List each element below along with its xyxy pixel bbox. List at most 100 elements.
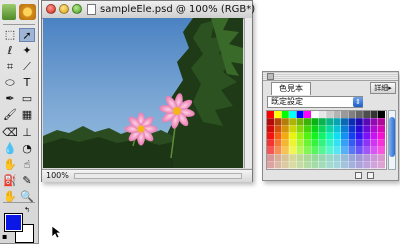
swatch-cell[interactable] — [370, 161, 378, 169]
swatch-cell[interactable] — [341, 132, 348, 140]
swatch-cell[interactable] — [281, 118, 289, 126]
swatch-cell[interactable] — [311, 132, 319, 140]
swatch-cell[interactable] — [296, 161, 304, 169]
swatch-cell[interactable] — [318, 161, 326, 169]
swatch-cell[interactable] — [363, 118, 371, 126]
swatch-cell[interactable] — [281, 147, 289, 154]
burn-tool-icon[interactable]: ✋ — [2, 158, 18, 172]
swatch-cell[interactable] — [333, 161, 341, 169]
select-arrows-icon[interactable]: ⇕ — [353, 97, 363, 107]
swatch-scrollbar[interactable] — [388, 110, 396, 170]
type-tool-icon[interactable]: T — [19, 76, 35, 90]
swatch-cell[interactable] — [348, 111, 356, 118]
swatch-cell[interactable] — [363, 111, 371, 118]
swatch-cell[interactable] — [311, 161, 319, 169]
magic-wand-tool-icon[interactable]: ✦ — [19, 44, 35, 58]
swatch-cell[interactable] — [289, 125, 297, 133]
swatch-cell[interactable] — [355, 111, 363, 118]
swatch-cell[interactable] — [348, 139, 356, 147]
swatch-cell[interactable] — [326, 132, 334, 140]
swatch-cell[interactable] — [274, 118, 282, 126]
swatch-cell[interactable] — [355, 147, 363, 154]
swatch-cell[interactable] — [267, 132, 274, 140]
swatch-cell[interactable] — [355, 132, 363, 140]
swatch-cell[interactable] — [326, 154, 334, 162]
swatch-cell[interactable] — [267, 118, 274, 126]
swatch-cell[interactable] — [318, 111, 326, 118]
crop-tool-icon[interactable]: ⌗ — [2, 60, 18, 74]
swatch-cell[interactable] — [304, 147, 311, 154]
swatch-cell[interactable] — [326, 139, 334, 147]
swatch-cell[interactable] — [363, 139, 371, 147]
swatch-cell[interactable] — [378, 161, 385, 169]
swatch-cell[interactable] — [370, 111, 378, 118]
swatch-cell[interactable] — [370, 154, 378, 162]
foreground-color-swatch[interactable] — [4, 213, 23, 232]
swatch-cell[interactable] — [333, 139, 341, 147]
swatch-cell[interactable] — [281, 154, 289, 162]
swatch-cell[interactable] — [378, 132, 385, 140]
swatch-cell[interactable] — [363, 161, 371, 169]
image-canvas[interactable] — [43, 18, 243, 168]
new-swatch-icon[interactable] — [355, 172, 362, 179]
swatch-cell[interactable] — [318, 147, 326, 154]
document-horizontal-scrollbar[interactable] — [74, 173, 242, 179]
swatch-cell[interactable] — [341, 125, 348, 133]
swatch-cell[interactable] — [296, 139, 304, 147]
swatch-cell[interactable] — [348, 132, 356, 140]
swatch-cell[interactable] — [274, 139, 282, 147]
swatch-cell[interactable] — [274, 125, 282, 133]
swatch-cell[interactable] — [304, 125, 311, 133]
swatch-cell[interactable] — [341, 118, 348, 126]
swatch-cell[interactable] — [296, 118, 304, 126]
close-window-button[interactable] — [46, 4, 56, 14]
swatch-cell[interactable] — [363, 125, 371, 133]
brush-tool-icon[interactable]: 🖌 — [2, 108, 18, 122]
swatch-cell[interactable] — [267, 125, 274, 133]
swatch-cell[interactable] — [318, 125, 326, 133]
swatch-cell[interactable] — [370, 139, 378, 147]
swatch-cell[interactable] — [304, 132, 311, 140]
swatch-cell[interactable] — [304, 111, 311, 118]
swatch-cell[interactable] — [296, 147, 304, 154]
swatch-cell[interactable] — [311, 125, 319, 133]
swatch-cell[interactable] — [333, 111, 341, 118]
trash-icon[interactable] — [367, 172, 374, 179]
swatch-cell[interactable] — [363, 132, 371, 140]
swatch-cell[interactable] — [363, 154, 371, 162]
swatch-cell[interactable] — [348, 118, 356, 126]
swatch-cell[interactable] — [267, 147, 274, 154]
swatch-cell[interactable] — [311, 118, 319, 126]
swatch-cell[interactable] — [326, 111, 334, 118]
swatch-cell[interactable] — [311, 139, 319, 147]
swatch-cell[interactable] — [274, 161, 282, 169]
swatch-cell[interactable] — [304, 118, 311, 126]
swatch-grid[interactable] — [266, 110, 387, 170]
swatch-cell[interactable] — [289, 132, 297, 140]
eraser-tool-icon[interactable]: ⌫ — [2, 126, 18, 140]
clone-stamp-tool-icon[interactable]: ⊥ — [19, 126, 35, 140]
swatch-cell[interactable] — [378, 139, 385, 147]
minimize-window-button[interactable] — [59, 4, 69, 14]
swatch-cell[interactable] — [289, 139, 297, 147]
swatch-cell[interactable] — [318, 139, 326, 147]
photoshop-logo-icon[interactable] — [2, 4, 16, 20]
swatch-cell[interactable] — [281, 161, 289, 169]
swatch-cell[interactable] — [289, 154, 297, 162]
swatch-cell[interactable] — [274, 132, 282, 140]
eye-icon[interactable] — [19, 4, 36, 20]
swatch-cell[interactable] — [348, 147, 356, 154]
swatch-cell[interactable] — [341, 147, 348, 154]
swatch-cell[interactable] — [311, 154, 319, 162]
swatch-cell[interactable] — [296, 125, 304, 133]
swatch-cell[interactable] — [296, 154, 304, 162]
swatch-cell[interactable] — [267, 154, 274, 162]
swatch-cell[interactable] — [318, 118, 326, 126]
swatch-cell[interactable] — [281, 125, 289, 133]
swatch-cell[interactable] — [311, 111, 319, 118]
marquee-tool-icon[interactable]: ⬚ — [2, 28, 18, 42]
swatch-cell[interactable] — [378, 125, 385, 133]
paint-bucket-tool-icon[interactable]: ⛽ — [2, 174, 18, 188]
slice-tool-icon[interactable]: ⟋ — [19, 60, 35, 74]
swatch-cell[interactable] — [296, 132, 304, 140]
